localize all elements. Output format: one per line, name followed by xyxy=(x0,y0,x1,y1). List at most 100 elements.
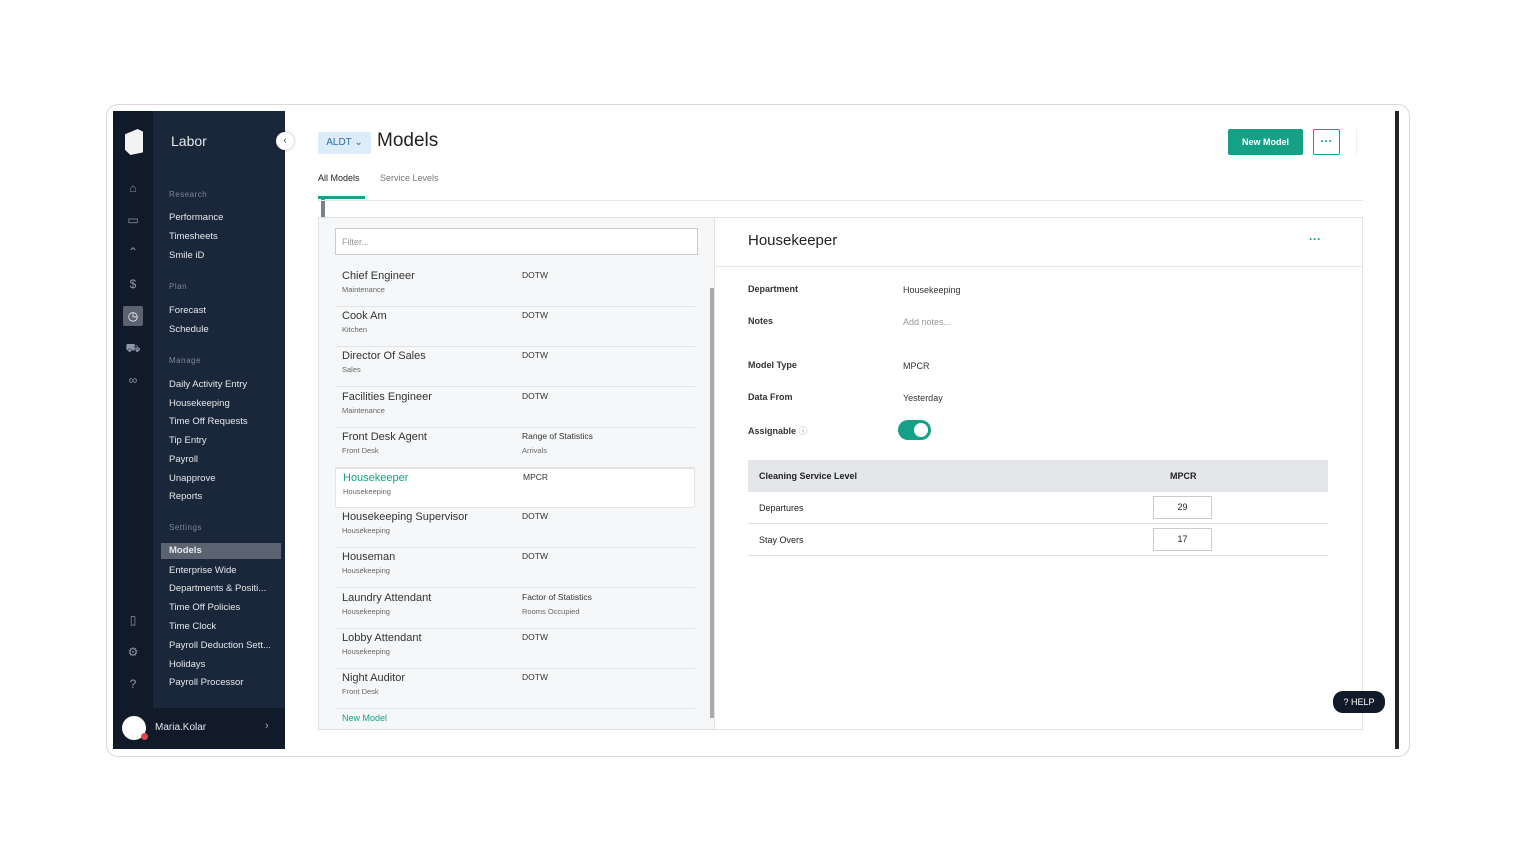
dollar-icon[interactable]: $ xyxy=(123,274,143,294)
divider xyxy=(1356,129,1357,155)
sidebar-item-timesheets[interactable]: Timesheets xyxy=(169,231,218,242)
sidebar-item-payroll-processor[interactable]: Payroll Processor xyxy=(169,677,243,688)
model-department: Housekeeping xyxy=(342,566,390,576)
model-name: Front Desk Agent xyxy=(342,430,427,443)
model-name: Housekeeping Supervisor xyxy=(342,511,468,524)
sidebar-item-payroll[interactable]: Payroll xyxy=(169,454,198,465)
model-detail-panel: Housekeeper ··· Department Housekeeping … xyxy=(715,217,1363,730)
list-item[interactable]: Cook Am Kitchen DOTW xyxy=(335,307,695,348)
sidebar-item-reports[interactable]: Reports xyxy=(169,491,202,502)
truck-icon[interactable]: ⛟ xyxy=(123,338,143,358)
sidebar-item-housekeeping[interactable]: Housekeeping xyxy=(169,398,230,409)
model-department: Maintenance xyxy=(342,405,385,415)
inbox-icon[interactable]: ▭ xyxy=(123,210,143,230)
app-window: ⌂ ▭ ⌃ $ ◷ ⛟ ∞ ▯ ⚙ ? Labor ‹ Research Per… xyxy=(113,111,1399,749)
list-item[interactable]: Houseman Housekeeping DOTW xyxy=(335,548,695,589)
sidebar-item-models[interactable]: Models xyxy=(161,543,281,559)
sidebar-item-schedule[interactable]: Schedule xyxy=(169,324,209,335)
sidebar-item-holidays[interactable]: Holidays xyxy=(169,659,205,670)
list-item[interactable]: Director Of Sales Sales DOTW xyxy=(335,347,695,388)
user-menu[interactable]: Maria.Kolar › xyxy=(113,708,285,749)
row-label: Departures xyxy=(759,503,804,513)
model-department: Housekeeping xyxy=(342,646,390,656)
sidebar-item-daily-activity-entry[interactable]: Daily Activity Entry xyxy=(169,379,247,390)
page-title: Models xyxy=(377,130,439,151)
help-circle-icon: ? xyxy=(1343,697,1349,707)
app-title: Labor xyxy=(171,133,207,149)
clock-icon[interactable]: ◷ xyxy=(123,306,143,326)
sidebar-item-enterprise-wide[interactable]: Enterprise Wide xyxy=(169,565,237,576)
model-name: Houseman xyxy=(342,551,396,564)
sidebar-item-unapprove[interactable]: Unapprove xyxy=(169,473,215,484)
sidebar-item-forecast[interactable]: Forecast xyxy=(169,305,206,316)
table-header: Cleaning Service Level MPCR xyxy=(748,460,1328,492)
sidebar-item-tip-entry[interactable]: Tip Entry xyxy=(169,435,207,446)
model-type: DOTW xyxy=(522,270,548,280)
list-scrollbar[interactable] xyxy=(710,288,714,718)
model-department: Front Desk xyxy=(342,445,379,455)
sidebar-item-payroll-deduction-settings[interactable]: Payroll Deduction Sett... xyxy=(169,640,271,651)
filter-input[interactable]: Filter... xyxy=(335,228,698,255)
avatar xyxy=(122,716,148,740)
data-from-value[interactable]: Yesterday xyxy=(903,393,943,403)
list-item[interactable]: Housekeeper Housekeeping MPCR xyxy=(335,468,695,508)
home-icon[interactable]: ⌂ xyxy=(123,178,143,198)
model-type: DOTW xyxy=(522,310,548,321)
department-label: Department xyxy=(748,284,799,294)
model-department: Front Desk xyxy=(342,687,379,696)
model-name: Lobby Attendant xyxy=(342,631,422,644)
detail-more-button[interactable]: ··· xyxy=(1309,232,1321,246)
model-type: Range of Statistics xyxy=(522,430,593,441)
row-label: Stay Overs xyxy=(759,535,804,545)
list-item[interactable]: Facilities Engineer Maintenance DOTW xyxy=(335,388,695,428)
logo-icon xyxy=(125,129,143,155)
model-department: Housekeeping xyxy=(342,526,390,536)
model-name: Director Of Sales xyxy=(342,350,426,363)
gear-icon[interactable]: ⚙ xyxy=(123,642,143,662)
list-item[interactable]: Front Desk Agent Front Desk Range of Sta… xyxy=(335,428,695,468)
divider xyxy=(318,200,1363,201)
sidebar-item-time-clock[interactable]: Time Clock xyxy=(169,621,216,632)
property-code: ALDT xyxy=(326,137,352,148)
assignable-toggle[interactable] xyxy=(898,420,931,440)
section-settings: Settings xyxy=(169,523,202,532)
table-row: Departures 29 xyxy=(748,492,1328,524)
departures-input[interactable]: 29 xyxy=(1153,496,1212,519)
sidebar-item-time-off-policies[interactable]: Time Off Policies xyxy=(169,602,240,613)
notes-input[interactable]: Add notes... xyxy=(903,317,951,327)
tab-service-levels[interactable]: Service Levels xyxy=(380,173,439,183)
assignable-label: Assignable xyxy=(748,426,797,436)
sidebar-item-smile-id[interactable]: Smile iD xyxy=(169,250,204,261)
list-item[interactable]: Laundry Attendant Housekeeping Factor of… xyxy=(335,589,695,629)
department-value[interactable]: Housekeeping xyxy=(903,285,961,295)
model-type: DOTW xyxy=(522,631,548,642)
model-department: Sales xyxy=(342,365,361,375)
collapse-sidebar-button[interactable]: ‹ xyxy=(276,132,294,150)
property-selector[interactable]: ALDT ⌄ xyxy=(318,132,371,154)
model-type: DOTW xyxy=(522,390,548,401)
sidebar-item-time-off-requests[interactable]: Time Off Requests xyxy=(169,416,248,427)
chevron-right-icon: › xyxy=(265,720,269,732)
phone-icon[interactable]: ▯ xyxy=(123,610,143,630)
sidebar-item-performance[interactable]: Performance xyxy=(169,212,223,223)
column-header: Cleaning Service Level xyxy=(759,471,858,481)
tab-all-models[interactable]: All Models xyxy=(318,173,360,183)
notes-label: Notes xyxy=(748,316,774,326)
help-button[interactable]: ? HELP xyxy=(1333,691,1385,713)
activity-icon[interactable]: ⌃ xyxy=(123,242,143,262)
stay-overs-input[interactable]: 17 xyxy=(1153,528,1212,551)
list-item[interactable]: Chief Engineer Maintenance DOTW xyxy=(335,267,695,307)
more-options-button[interactable]: ··· xyxy=(1313,129,1340,155)
sidebar-item-departments-positions[interactable]: Departments & Positi... xyxy=(169,583,266,594)
new-model-button[interactable]: New Model xyxy=(1228,129,1303,155)
list-item[interactable]: Housekeeping Supervisor Housekeeping DOT… xyxy=(335,508,695,549)
list-item[interactable]: Lobby Attendant Housekeeping DOTW xyxy=(335,629,695,669)
model-name: Night Auditor xyxy=(342,672,405,684)
handshake-icon[interactable]: ∞ xyxy=(123,370,143,390)
help-circle-icon[interactable]: ? xyxy=(123,674,143,694)
model-department: Housekeeping xyxy=(343,487,391,496)
info-icon: ⓘ xyxy=(798,426,808,436)
list-item[interactable]: Night Auditor Front Desk DOTW xyxy=(335,669,695,709)
new-model-link[interactable]: New Model xyxy=(342,713,387,723)
section-manage: Manage xyxy=(169,356,201,365)
